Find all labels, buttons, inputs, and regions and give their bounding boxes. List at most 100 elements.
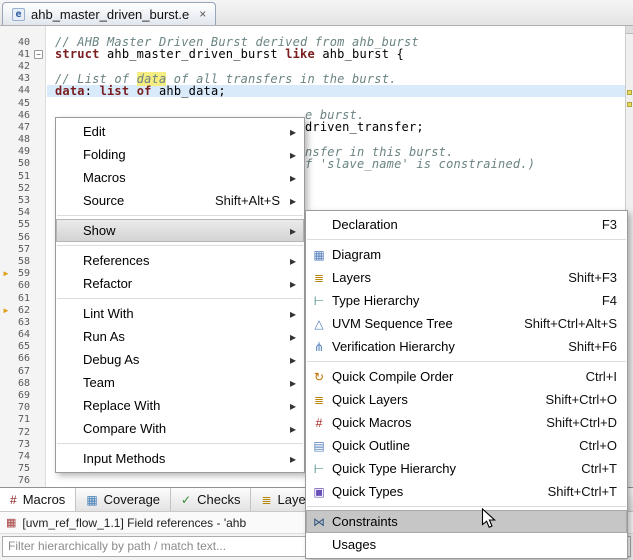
menu-item-debug-as[interactable]: Debug As ▸ bbox=[56, 348, 304, 371]
submenu-arrow-icon: ▸ bbox=[290, 124, 297, 139]
code-token: f 'slave_name' is constrained.) bbox=[305, 156, 536, 171]
menu-item-verification-hierarchy[interactable]: ⋔ Verification Hierarchy Shift+F6 bbox=[306, 335, 627, 358]
fold-toggle-icon[interactable]: − bbox=[34, 49, 43, 59]
menu-item-references[interactable]: References ▸ bbox=[56, 249, 304, 272]
tab-label: Checks bbox=[197, 492, 241, 507]
menu-item-quick-outline[interactable]: ▤ Quick Outline Ctrl+O bbox=[306, 434, 627, 457]
menu-item-refactor[interactable]: Refactor ▸ bbox=[56, 272, 304, 295]
menu-item-shortcut: Shift+F3 bbox=[568, 270, 617, 285]
menu-separator bbox=[57, 245, 303, 246]
submenu-arrow-icon: ▸ bbox=[290, 398, 297, 413]
line-number: 72 bbox=[17, 426, 30, 438]
line-number: 46 bbox=[17, 109, 30, 121]
occurrence-marker[interactable] bbox=[627, 102, 632, 107]
tab-close-icon[interactable]: × bbox=[199, 7, 206, 21]
menu-item-shortcut: F4 bbox=[601, 293, 617, 308]
menu-item-compare-with[interactable]: Compare With ▸ bbox=[56, 417, 304, 440]
show-submenu: Declaration F3 ▦ Diagram ≣ Layers Shift+F3 ⊢ Typ… bbox=[305, 210, 628, 559]
menu-item-label: Layers bbox=[332, 270, 372, 285]
menu-item-usages[interactable]: Usages bbox=[306, 533, 627, 556]
gutter-line: 65 bbox=[0, 341, 45, 353]
verification-hierarchy-icon: ⋔ bbox=[313, 339, 325, 354]
menu-item-layers[interactable]: ≣ Layers Shift+F3 bbox=[306, 266, 627, 289]
menu-item-diagram[interactable]: ▦ Diagram bbox=[306, 243, 627, 266]
occurrence-marker[interactable] bbox=[627, 90, 632, 95]
submenu-arrow-icon: ▸ bbox=[290, 329, 297, 344]
menu-item-label: Edit bbox=[83, 124, 106, 139]
gutter-line: 55 bbox=[0, 219, 45, 231]
editor-tab[interactable]: e ahb_master_driven_burst.e × bbox=[2, 2, 217, 25]
gutter-line: 48 bbox=[0, 134, 45, 146]
menu-item-quick-type-hierarchy[interactable]: ⊢ Quick Type Hierarchy Ctrl+T bbox=[306, 457, 627, 480]
submenu-arrow-icon: ▸ bbox=[290, 253, 297, 268]
menu-item-label: Type Hierarchy bbox=[332, 293, 420, 308]
menu-item-shortcut: Shift+Alt+S bbox=[214, 193, 280, 208]
menu-item-constraints[interactable]: ⋈ Constraints bbox=[306, 510, 627, 533]
gutter-line: 53 bbox=[0, 194, 45, 206]
menu-item-label: Quick Type Hierarchy bbox=[332, 461, 457, 476]
menu-separator bbox=[57, 298, 303, 299]
menu-item-type-hierarchy[interactable]: ⊢ Type Hierarchy F4 bbox=[306, 289, 627, 312]
bottom-tab-macros[interactable]: # Macros bbox=[0, 488, 77, 511]
menu-item-uvm-sequence-tree[interactable]: △ UVM Sequence Tree Shift+Ctrl+Alt+S bbox=[306, 312, 627, 335]
macros-icon: # bbox=[10, 492, 17, 507]
menu-item-label: Source bbox=[83, 193, 125, 208]
constraints-icon: ⋈ bbox=[313, 514, 325, 529]
quick-types-icon: ▣ bbox=[313, 484, 325, 499]
line-number: 64 bbox=[17, 329, 30, 341]
line-number: 45 bbox=[17, 97, 30, 109]
menu-item-run-as[interactable]: Run As ▸ bbox=[56, 325, 304, 348]
overview-ruler-header[interactable] bbox=[626, 26, 633, 34]
menu-item-label: Debug As bbox=[83, 352, 140, 367]
gutter-line: 43 bbox=[0, 73, 45, 85]
menu-item-label: Show bbox=[83, 223, 116, 238]
code-token: ahb_master_driven_burst bbox=[99, 47, 286, 62]
quick-type-hierarchy-icon: ⊢ bbox=[313, 461, 325, 476]
line-number: 66 bbox=[17, 353, 30, 365]
menu-item-quick-types[interactable]: ▣ Quick Types Shift+Ctrl+T bbox=[306, 480, 627, 503]
menu-item-label: Team bbox=[83, 375, 115, 390]
code-token: of bbox=[136, 83, 152, 98]
menu-item-declaration[interactable]: Declaration F3 bbox=[306, 213, 627, 236]
menu-item-label: Lint With bbox=[83, 306, 134, 321]
gutter-line: 47 bbox=[0, 121, 45, 133]
line-number: 75 bbox=[17, 463, 30, 475]
line-number: 52 bbox=[17, 182, 30, 194]
submenu-arrow-icon: ▸ bbox=[290, 451, 297, 466]
menu-item-folding[interactable]: Folding ▸ bbox=[56, 143, 304, 166]
menu-item-input-methods[interactable]: Input Methods ▸ bbox=[56, 447, 304, 470]
gutter-line: 58 bbox=[0, 255, 45, 267]
menu-item-macros[interactable]: Macros ▸ bbox=[56, 166, 304, 189]
line-number: 49 bbox=[17, 146, 30, 158]
menu-item-source[interactable]: Source Shift+Alt+S ▸ bbox=[56, 189, 304, 212]
checks-icon: ✓ bbox=[181, 492, 192, 507]
line-number: 71 bbox=[17, 414, 30, 426]
gutter-line: 56 bbox=[0, 231, 45, 243]
line-number: 40 bbox=[17, 36, 30, 48]
menu-item-lint-with[interactable]: Lint With ▸ bbox=[56, 302, 304, 325]
menu-item-quick-compile-order[interactable]: ↻ Quick Compile Order Ctrl+I bbox=[306, 365, 627, 388]
bottom-tab-checks[interactable]: ✓ Checks bbox=[171, 488, 252, 511]
quick-layers-icon: ≣ bbox=[313, 392, 325, 407]
menu-item-quick-macros[interactable]: # Quick Macros Shift+Ctrl+D bbox=[306, 411, 627, 434]
line-number: 61 bbox=[17, 292, 30, 304]
menu-item-label: References bbox=[83, 253, 150, 268]
line-number: 70 bbox=[17, 402, 30, 414]
submenu-arrow-icon: ▸ bbox=[290, 352, 297, 367]
quick-macros-icon: # bbox=[315, 415, 323, 430]
gutter-line: 40 bbox=[0, 36, 45, 48]
menu-item-shortcut: Shift+F6 bbox=[568, 339, 617, 354]
bottom-tab-coverage[interactable]: ▦ Coverage bbox=[76, 488, 172, 511]
line-number: 48 bbox=[17, 134, 30, 146]
menu-item-edit[interactable]: Edit ▸ bbox=[56, 120, 304, 143]
gutter-line: 60 bbox=[0, 280, 45, 292]
menu-item-show[interactable]: Show ▸ bbox=[56, 219, 304, 242]
menu-item-team[interactable]: Team ▸ bbox=[56, 371, 304, 394]
gutter-line: 41− bbox=[0, 48, 45, 60]
gutter-line: 67 bbox=[0, 365, 45, 377]
line-number: 69 bbox=[17, 390, 30, 402]
menu-item-quick-layers[interactable]: ≣ Quick Layers Shift+Ctrl+O bbox=[306, 388, 627, 411]
menu-item-replace-with[interactable]: Replace With ▸ bbox=[56, 394, 304, 417]
menu-item-label: Refactor bbox=[83, 276, 133, 291]
context-menu: Edit ▸ Folding ▸ Macros ▸ Source Shift+Alt+S ▸ Sh… bbox=[55, 117, 305, 473]
